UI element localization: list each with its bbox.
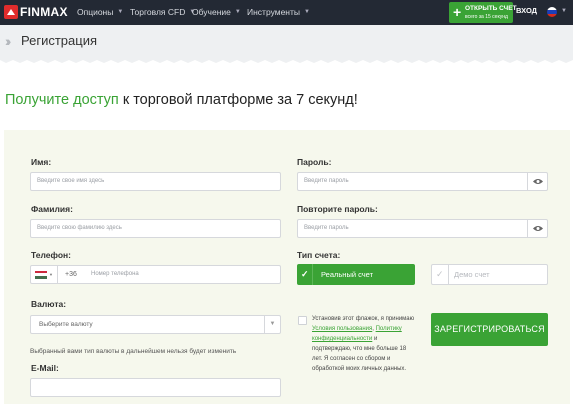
name-placeholder: Введите свое имя здесь bbox=[37, 178, 105, 184]
nav-item-tools[interactable]: Инструменты ▼ bbox=[247, 7, 310, 17]
checkmark-icon: ✓ bbox=[301, 269, 309, 279]
currency-label: Валюта: bbox=[31, 299, 67, 309]
phone-country-selector[interactable]: ▼ bbox=[31, 266, 58, 283]
breadcrumb: ›› Регистрация bbox=[0, 25, 573, 57]
nav-item-education[interactable]: Обучение ▼ bbox=[192, 7, 241, 17]
account-type-label: Тип счета: bbox=[297, 250, 341, 260]
repeat-password-placeholder: Введите пароль bbox=[304, 225, 349, 231]
open-account-label: ОТКРЫТЬ СЧЕТ bbox=[465, 5, 517, 12]
finmax-logo-icon bbox=[4, 5, 18, 19]
demo-account-label: Демо счет bbox=[454, 270, 490, 279]
show-password-icon[interactable] bbox=[527, 173, 547, 190]
phone-label: Телефон: bbox=[31, 250, 71, 260]
password-placeholder: Введите пароль bbox=[304, 178, 349, 184]
logo-text: FINMAX bbox=[20, 5, 68, 19]
hungary-flag-icon bbox=[35, 270, 48, 279]
chevron-down-icon[interactable]: ▼ bbox=[561, 8, 567, 14]
currency-selected-value: Выберите валюту bbox=[39, 321, 93, 328]
agreement-text: Установив этот флажок, я принимаю Услови… bbox=[312, 314, 416, 374]
surname-input[interactable]: Введите свою фамилию здесь bbox=[30, 219, 281, 238]
nav-label: Обучение bbox=[192, 7, 231, 17]
chevron-down-icon: ▼ bbox=[117, 9, 124, 15]
chevron-down-icon: ▼ bbox=[304, 9, 310, 15]
currency-select[interactable]: Выберите валюту ▼ bbox=[30, 315, 281, 334]
terms-of-use-link[interactable]: Условия пользования bbox=[312, 326, 372, 332]
headline-highlight: Получите доступ bbox=[5, 92, 119, 108]
nav-label: Опционы bbox=[77, 7, 114, 17]
chevron-down-icon: ▼ bbox=[49, 272, 53, 277]
finmax-logo[interactable]: FINMAX bbox=[4, 4, 68, 20]
agreement-text-part: Установив этот флажок, я принимаю bbox=[312, 316, 415, 322]
password-input[interactable]: Введите пароль bbox=[297, 172, 548, 191]
nav-item-options[interactable]: Опционы ▼ bbox=[77, 7, 123, 17]
nav-item-cfd-trading[interactable]: Торговля CFD ▼ bbox=[130, 7, 195, 17]
open-account-sublabel: всего за 15 секунд bbox=[465, 14, 508, 20]
page-title: Регистрация bbox=[21, 33, 97, 48]
surname-placeholder: Введите свою фамилию здесь bbox=[37, 225, 122, 231]
real-account-label: Реальный счет bbox=[321, 270, 374, 279]
russian-flag-icon[interactable] bbox=[547, 7, 557, 17]
double-chevron-icon: ›› bbox=[5, 33, 12, 49]
email-label: E-Mail: bbox=[31, 363, 59, 373]
phone-input[interactable]: ▼ +36 Номер телефона bbox=[30, 265, 281, 284]
name-input[interactable]: Введите свое имя здесь bbox=[30, 172, 281, 191]
name-label: Имя: bbox=[31, 157, 52, 167]
option-divider bbox=[448, 265, 449, 284]
email-input[interactable] bbox=[30, 378, 281, 397]
repeat-password-label: Повторите пароль: bbox=[297, 204, 378, 214]
page-headline: Получите доступ к торговой платформе за … bbox=[5, 92, 358, 108]
register-button[interactable]: ЗАРЕГИСТРИРОВАТЬСЯ bbox=[431, 313, 548, 346]
repeat-password-input[interactable]: Введите пароль bbox=[297, 219, 548, 238]
checkmark-icon: ✓ bbox=[436, 269, 444, 279]
surname-label: Фамилия: bbox=[31, 204, 73, 214]
nav-label: Торговля CFD bbox=[130, 7, 186, 17]
password-label: Пароль: bbox=[297, 157, 332, 167]
agreement-checkbox[interactable] bbox=[298, 316, 307, 325]
open-account-button[interactable]: + ОТКРЫТЬ СЧЕТ всего за 15 секунд bbox=[449, 2, 517, 23]
demo-account-option[interactable]: ✓ Демо счет bbox=[431, 264, 548, 285]
login-button[interactable]: ВХОД bbox=[516, 6, 537, 15]
phone-country-code: +36 bbox=[65, 271, 77, 278]
nav-label: Инструменты bbox=[247, 7, 301, 17]
currency-note: Выбранный вами тип валюты в дальнейшем н… bbox=[30, 348, 237, 355]
top-navigation-bar: FINMAX Опционы ▼ Торговля CFD ▼ Обучение ▼ … bbox=[0, 0, 573, 25]
chevron-down-icon: ▼ bbox=[264, 316, 280, 333]
plus-icon: + bbox=[453, 4, 462, 20]
real-account-option[interactable]: ✓ Реальный счет bbox=[297, 264, 415, 285]
zigzag-divider bbox=[0, 57, 573, 63]
headline-rest: к торговой платформе за 7 секунд! bbox=[118, 92, 358, 108]
show-password-icon[interactable] bbox=[527, 220, 547, 237]
chevron-down-icon: ▼ bbox=[234, 9, 241, 15]
phone-placeholder: Номер телефона bbox=[91, 271, 139, 277]
option-divider bbox=[312, 264, 313, 285]
